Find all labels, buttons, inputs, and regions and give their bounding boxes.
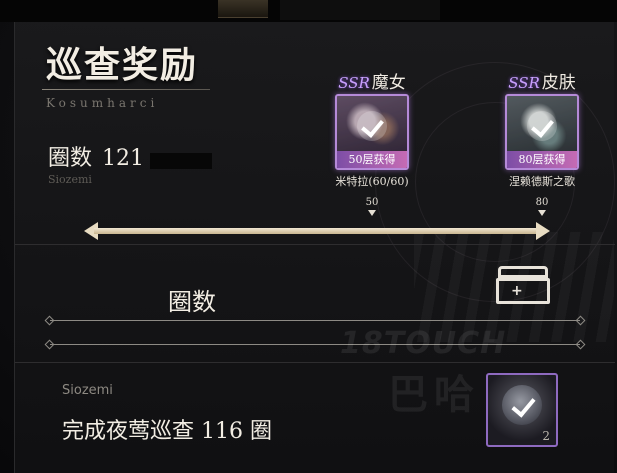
top-thumbnail-dark bbox=[280, 0, 440, 20]
reward-card[interactable]: 80层获得 bbox=[505, 94, 579, 170]
claimed-check-icon bbox=[507, 392, 537, 422]
lap-progress-bar bbox=[84, 222, 550, 240]
reward-title: SSR 皮肤 bbox=[494, 68, 590, 93]
reward-milestone-80[interactable]: SSR 皮肤 80层获得 涅赖德斯之歌 80 bbox=[494, 68, 590, 216]
lap-tick-icon bbox=[368, 210, 376, 216]
reward-badge: 50层获得 bbox=[337, 151, 407, 168]
chest-plus-icon: + bbox=[511, 283, 523, 299]
ssr-rarity: SSR bbox=[338, 74, 370, 92]
reward-type: 皮肤 bbox=[541, 73, 576, 93]
task-divider bbox=[15, 362, 615, 363]
laps-subtitle: Siozemi bbox=[48, 173, 92, 186]
chest-box bbox=[496, 278, 550, 304]
laps-value: 121 bbox=[102, 146, 145, 171]
reward-type: 魔女 bbox=[371, 73, 406, 93]
laps-label: 圈数 bbox=[48, 146, 93, 171]
watermark-text-2: 巴哈 bbox=[388, 372, 480, 418]
section-title: 圈数 bbox=[168, 288, 216, 316]
reward-milestone-50[interactable]: SSR 魔女 50层获得 米特拉(60/60) 50 bbox=[324, 68, 420, 216]
reward-name: 米特拉(60/60) bbox=[335, 175, 409, 188]
reward-count: 2 bbox=[542, 429, 550, 443]
ornament-line bbox=[50, 320, 580, 321]
laps-counter: 圈数 121 bbox=[48, 140, 144, 172]
ssr-rarity: SSR bbox=[508, 74, 540, 92]
task-reward-item[interactable]: 2 bbox=[486, 373, 558, 447]
progress-right-arrow-icon bbox=[536, 222, 550, 240]
claimed-check-icon bbox=[527, 111, 557, 141]
chest-lid bbox=[498, 266, 548, 278]
watermark-text: 18TOUCH bbox=[340, 326, 507, 361]
top-section-divider bbox=[15, 244, 615, 245]
reward-card[interactable]: 50层获得 bbox=[335, 94, 409, 170]
reward-lap-marker: 80 bbox=[535, 197, 549, 208]
stage: 巡查奖励 Kosumharci 圈数 121 Siozemi SSR 魔女 50层获… bbox=[0, 0, 617, 473]
reward-title: SSR 魔女 bbox=[324, 68, 420, 93]
task-description: 完成夜莺巡查 116 圈 bbox=[62, 419, 272, 444]
claimed-check-icon bbox=[357, 111, 387, 141]
page-title: 巡查奖励 bbox=[46, 44, 199, 86]
reward-lap-marker: 50 bbox=[365, 197, 379, 208]
task-subtitle: Siozemi bbox=[62, 383, 113, 398]
reward-badge: 80层获得 bbox=[507, 151, 577, 168]
top-strip bbox=[0, 0, 617, 22]
page-subtitle: Kosumharci bbox=[46, 96, 159, 110]
chest-icon[interactable]: + bbox=[494, 266, 552, 306]
reward-name: 涅赖德斯之歌 bbox=[509, 175, 575, 188]
title-underline bbox=[42, 89, 210, 90]
top-thumbnail bbox=[218, 0, 268, 18]
laps-bar-mask bbox=[150, 153, 212, 169]
progress-track bbox=[94, 228, 540, 234]
lap-tick-icon bbox=[538, 210, 546, 216]
